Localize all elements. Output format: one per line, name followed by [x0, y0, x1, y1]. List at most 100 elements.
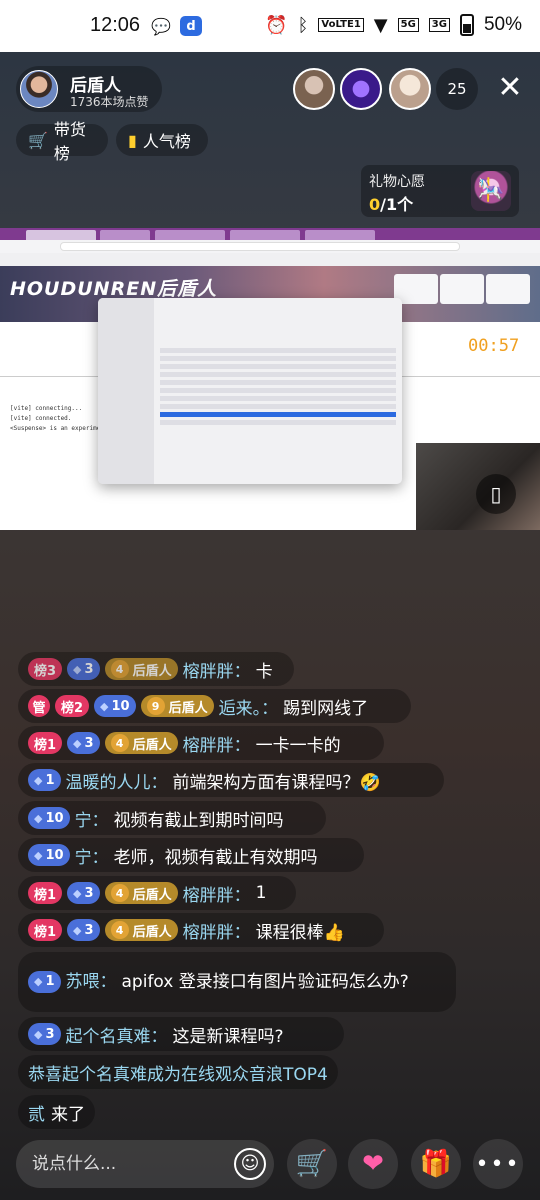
fan-badge: 4 后盾人 [104, 732, 178, 754]
chat-username[interactable]: 榕胖胖： [183, 731, 251, 756]
browser-bookmarks [0, 253, 540, 266]
comment-input-box[interactable]: ☺ [16, 1140, 274, 1188]
host-avatar[interactable] [20, 70, 58, 108]
viewer-avatar[interactable] [293, 68, 335, 110]
chat-message[interactable]: ◆ 10 宁： 老师，视频有截止有效期吗 [18, 838, 364, 872]
fan-badge: 4 后盾人 [104, 882, 178, 904]
gift-wish-progress: 0/1个 [369, 195, 414, 214]
rank-badge: 榜3 [28, 658, 63, 680]
chat-username[interactable]: 榕胖胖： [183, 881, 251, 906]
chat-message[interactable]: 榜1 ◆ 3 4 后盾人 榕胖胖： 课程很棒👍 [18, 913, 384, 947]
join-text: 来了 [51, 1104, 85, 1125]
chat-message[interactable]: ◆ 10 宁： 视频有截止到期时间吗 [18, 801, 326, 835]
chat-message[interactable]: 榜3 ◆ 3 4 后盾人 榕胖胖： 卡 [18, 652, 294, 686]
level-badge: ◆ 3 [67, 919, 100, 941]
level-badge: ◆ 3 [67, 658, 100, 680]
level-badge: ◆ 3 [67, 882, 100, 904]
chat-username[interactable]: 温暖的人儿： [66, 768, 168, 793]
chat-message[interactable]: ◆ 1 苏喂： apifox 登录接口有图片验证码怎么办? [18, 952, 456, 1012]
switch-screen-icon[interactable]: ▯ [476, 474, 516, 514]
viewer-avatar[interactable] [340, 68, 382, 110]
status-bar: 12:06 💬 d ⏰ ᛒ VoLTE1 ▼ 5G 3G 50% [0, 0, 540, 52]
chat-username[interactable]: 榕胖胖： [183, 918, 251, 943]
chat-text: 这是新课程吗? [172, 1026, 284, 1047]
sales-rank-label: 带货榜 [53, 120, 86, 163]
viewer-avatar[interactable] [389, 68, 431, 110]
popularity-rank-button[interactable]: ▮ 人气榜 [116, 124, 208, 156]
chat-text: 踢到网线了 [283, 698, 369, 719]
browser-address-bar [0, 240, 540, 253]
join-username[interactable]: 贰 [28, 1100, 45, 1125]
gift-wish-icon: 🎠 [471, 171, 511, 211]
chat-text: apifox 登录接口有图片验证码怎么办? [121, 972, 409, 992]
alarm-icon: ⏰ [265, 14, 288, 36]
popularity-rank-label: 人气榜 [142, 132, 191, 151]
chat-message[interactable]: 榜1 ◆ 3 4 后盾人 榕胖胖： 1 [18, 876, 296, 910]
more-button[interactable]: ••• [473, 1139, 523, 1189]
battery-icon [459, 14, 474, 36]
app-notification-icon: d [180, 16, 202, 36]
chat-username[interactable]: 榕胖胖： [183, 657, 251, 682]
wifi-icon: ▼ [373, 14, 388, 36]
level-badge: ◆ 3 [67, 732, 100, 754]
chat-username[interactable]: 逅来。： [219, 694, 279, 719]
chat-username[interactable]: 苏喂： [66, 968, 117, 996]
chat-text: 视频有截止到期时间吗 [113, 810, 284, 831]
chat-message[interactable]: 管 榜2 ◆ 10 9 后盾人 逅来。： 踢到网线了 [18, 689, 411, 723]
heart-icon: ❤ [362, 1149, 384, 1179]
chat-message[interactable]: 榜1 ◆ 3 4 后盾人 榕胖胖： 一卡一卡的 [18, 726, 384, 760]
rank-badge: 榜2 [55, 695, 90, 717]
battery-percent: 50% [483, 14, 522, 35]
shopping-cart-button[interactable]: 🛒 [287, 1139, 337, 1189]
signal-5g-icon: 5G [397, 18, 419, 32]
chat-text: 一卡一卡的 [255, 735, 341, 756]
system-notice: 恭喜起个名真难成为在线观众音浪TOP4 [18, 1055, 338, 1089]
emoji-icon[interactable]: ☺ [234, 1148, 266, 1180]
finder-window [98, 298, 402, 484]
rank-badge: 榜1 [28, 919, 63, 941]
chat-text: 1 [255, 883, 267, 903]
chat-username[interactable]: 起个名真难： [66, 1022, 168, 1047]
status-icons: ⏰ ᛒ VoLTE1 ▼ 5G 3G 50% [265, 14, 522, 36]
host-info[interactable]: 后盾人 1736本场点赞 [16, 66, 162, 112]
gift-wish-card[interactable]: 礼物心愿 0/1个 🎠 [361, 165, 519, 217]
join-message: 贰 来了 [18, 1095, 95, 1129]
wechat-notification-icon: 💬 [151, 16, 171, 36]
rank-badge: 榜1 [28, 882, 63, 904]
manager-badge: 管 [28, 695, 50, 717]
level-badge: ◆ 1 [28, 769, 61, 791]
chat-message[interactable]: ◆ 3 起个名真难： 这是新课程吗? [18, 1017, 344, 1051]
sales-rank-button[interactable]: 🛒 带货榜 [16, 120, 108, 163]
level-badge: ◆ 10 [94, 695, 136, 717]
live-stream-video[interactable]: HOUDUNREN后盾人 00:57 [vite] connecting... … [0, 228, 540, 530]
chat-message[interactable]: ◆ 1 温暖的人儿： 前端架构方面有课程吗？🤣 [18, 763, 444, 797]
level-badge: ◆ 3 [28, 1023, 61, 1045]
close-button[interactable]: ✕ [494, 72, 526, 104]
banner-title: HOUDUNREN后盾人 [10, 278, 218, 300]
fan-badge: 4 后盾人 [104, 919, 178, 941]
chat-username[interactable]: 宁： [75, 843, 109, 868]
viewer-count[interactable]: 25 [436, 68, 478, 110]
volte-icon: VoLTE1 [318, 18, 364, 32]
chat-text: 课程很棒👍 [255, 922, 345, 943]
level-badge: ◆ 1 [28, 971, 61, 993]
fan-badge: 9 后盾人 [140, 695, 214, 717]
signal-3g-icon: 3G [428, 18, 450, 32]
rank-badge: 榜1 [28, 732, 63, 754]
browser-tabs [0, 228, 540, 240]
chat-text: 老师，视频有截止有效期吗 [113, 847, 318, 868]
like-button[interactable]: ❤ [348, 1139, 398, 1189]
level-badge: ◆ 10 [28, 844, 70, 866]
stream-timer: 00:57 [468, 336, 520, 356]
chat-username[interactable]: 宁： [75, 806, 109, 831]
fan-badge: 4 后盾人 [104, 658, 178, 680]
shopping-cart-icon: 🛒 [295, 1149, 329, 1179]
gift-button[interactable]: 🎁 [411, 1139, 461, 1189]
bluetooth-icon: ᛒ [297, 14, 309, 36]
comment-input[interactable] [32, 1150, 232, 1178]
cart-icon: 🛒 [28, 130, 48, 150]
chat-text: 前端架构方面有课程吗？🤣 [172, 772, 381, 793]
host-likes: 1736本场点赞 [70, 95, 149, 109]
status-time: 12:06 [90, 14, 141, 36]
more-icon: ••• [475, 1151, 521, 1177]
